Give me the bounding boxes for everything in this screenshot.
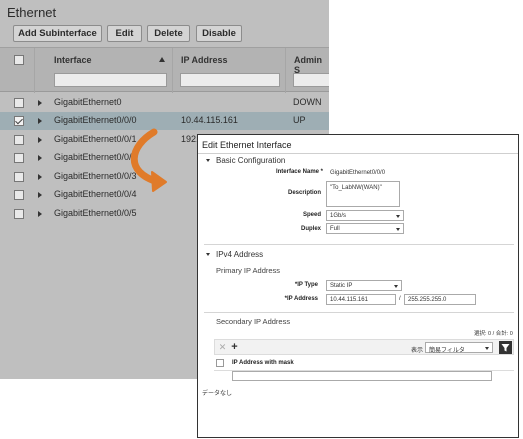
interface-cell: GigabitEthernet0/0/0 bbox=[54, 115, 137, 125]
funnel-shape bbox=[501, 344, 510, 352]
collapse-icon[interactable] bbox=[206, 253, 210, 256]
speed-value: 1Gb/s bbox=[330, 213, 347, 219]
secondary-toolbar: ✕ + 表示 簡易フィルタ bbox=[214, 339, 514, 355]
column-header-admin-status[interactable]: Admin S bbox=[294, 55, 329, 75]
selection-count: 選択: 0 / 合計: 0 bbox=[474, 331, 513, 337]
ip-address-label: *IP Address bbox=[284, 296, 318, 302]
ip-mask-filter-input[interactable] bbox=[232, 371, 492, 381]
display-label: 表示 bbox=[411, 348, 424, 354]
add-subinterface-button[interactable]: Add Subinterface bbox=[13, 25, 102, 42]
chevron-down-icon bbox=[396, 215, 400, 218]
expand-icon[interactable] bbox=[38, 211, 42, 217]
select-all-checkbox[interactable] bbox=[14, 55, 24, 65]
row-checkbox[interactable] bbox=[14, 172, 24, 182]
delete-icon[interactable]: ✕ bbox=[217, 342, 228, 353]
sort-asc-icon[interactable] bbox=[159, 57, 165, 62]
column-header-interface[interactable]: Interface bbox=[54, 55, 92, 65]
edit-button[interactable]: Edit bbox=[107, 25, 142, 42]
curved-arrow-icon bbox=[130, 128, 167, 192]
ipv4-header[interactable]: IPv4 Address bbox=[216, 250, 263, 259]
description-input[interactable]: "To_LabNW(WAN)" bbox=[326, 181, 400, 207]
secondary-table-header: IP Address with mask bbox=[214, 355, 514, 371]
divider bbox=[198, 153, 518, 154]
row-checkbox[interactable] bbox=[14, 116, 24, 126]
interface-cell: GigabitEthernet0/0/5 bbox=[54, 208, 137, 218]
subnet-mask-input[interactable]: 255.255.255.0 bbox=[404, 294, 476, 305]
ip-address-cell: 10.44.115.161 bbox=[181, 115, 238, 125]
add-icon[interactable]: + bbox=[229, 342, 240, 353]
column-header-ip-address[interactable]: IP Address bbox=[181, 55, 228, 65]
secondary-ip-header: Secondary IP Address bbox=[216, 317, 291, 326]
interface-name-label: Interface Name * bbox=[275, 169, 323, 175]
edit-interface-dialog: Edit Ethernet Interface Basic Configurat… bbox=[197, 134, 519, 438]
ip-address-input[interactable]: 10.44.115.161 bbox=[326, 294, 396, 305]
interface-filter-input[interactable] bbox=[54, 73, 167, 87]
table-header: Interface IP Address Admin S bbox=[0, 47, 329, 93]
ip-type-select[interactable]: Static IP bbox=[326, 280, 402, 291]
empty-message: データなし bbox=[202, 391, 233, 397]
expand-icon[interactable] bbox=[38, 118, 42, 124]
ip-filter-input[interactable] bbox=[180, 73, 280, 87]
page-title: Ethernet bbox=[7, 5, 57, 20]
expand-icon[interactable] bbox=[38, 100, 42, 106]
row-checkbox[interactable] bbox=[14, 135, 24, 145]
table-row[interactable]: GigabitEthernet0 DOWN bbox=[0, 94, 329, 112]
disable-button[interactable]: Disable bbox=[196, 25, 242, 42]
speed-select[interactable]: 1Gb/s bbox=[326, 210, 404, 221]
quick-filter-select[interactable]: 簡易フィルタ bbox=[425, 342, 493, 354]
admin-filter-input[interactable] bbox=[293, 73, 329, 87]
column-divider bbox=[172, 48, 173, 93]
dialog-title: Edit Ethernet Interface bbox=[202, 140, 292, 150]
admin-status-cell: DOWN bbox=[293, 97, 322, 107]
secondary-select-all-checkbox[interactable] bbox=[216, 359, 224, 367]
column-header-ip-with-mask[interactable]: IP Address with mask bbox=[232, 360, 294, 366]
chevron-down-icon bbox=[394, 285, 398, 288]
divider bbox=[204, 244, 514, 245]
expand-icon[interactable] bbox=[38, 174, 42, 180]
quick-filter-value: 簡易フィルタ bbox=[429, 348, 465, 354]
duplex-value: Full bbox=[330, 226, 340, 232]
divider bbox=[204, 312, 514, 313]
column-divider bbox=[34, 48, 35, 93]
collapse-icon[interactable] bbox=[206, 159, 210, 162]
interface-cell: GigabitEthernet0 bbox=[54, 97, 122, 107]
speed-label: Speed bbox=[302, 212, 321, 218]
column-divider bbox=[285, 48, 286, 93]
description-label: Description bbox=[287, 190, 321, 196]
delete-button[interactable]: Delete bbox=[147, 25, 190, 42]
mask-separator: / bbox=[399, 296, 401, 302]
chevron-down-icon bbox=[485, 347, 489, 350]
ip-type-value: Static IP bbox=[330, 283, 353, 289]
row-checkbox[interactable] bbox=[14, 190, 24, 200]
expand-icon[interactable] bbox=[38, 192, 42, 198]
row-checkbox[interactable] bbox=[14, 209, 24, 219]
interface-name-value: GigabitEthernet0/0/0 bbox=[330, 170, 386, 176]
primary-ip-header: Primary IP Address bbox=[216, 266, 281, 275]
duplex-select[interactable]: Full bbox=[326, 223, 404, 234]
row-checkbox[interactable] bbox=[14, 98, 24, 108]
basic-config-header[interactable]: Basic Configuration bbox=[216, 156, 285, 165]
chevron-down-icon bbox=[396, 228, 400, 231]
admin-status-cell: UP bbox=[293, 115, 306, 125]
expand-icon[interactable] bbox=[38, 155, 42, 161]
filter-icon[interactable] bbox=[499, 341, 512, 354]
row-checkbox[interactable] bbox=[14, 153, 24, 163]
expand-icon[interactable] bbox=[38, 137, 42, 143]
ip-type-label: *IP Type bbox=[294, 282, 318, 288]
duplex-label: Duplex bbox=[300, 226, 321, 232]
